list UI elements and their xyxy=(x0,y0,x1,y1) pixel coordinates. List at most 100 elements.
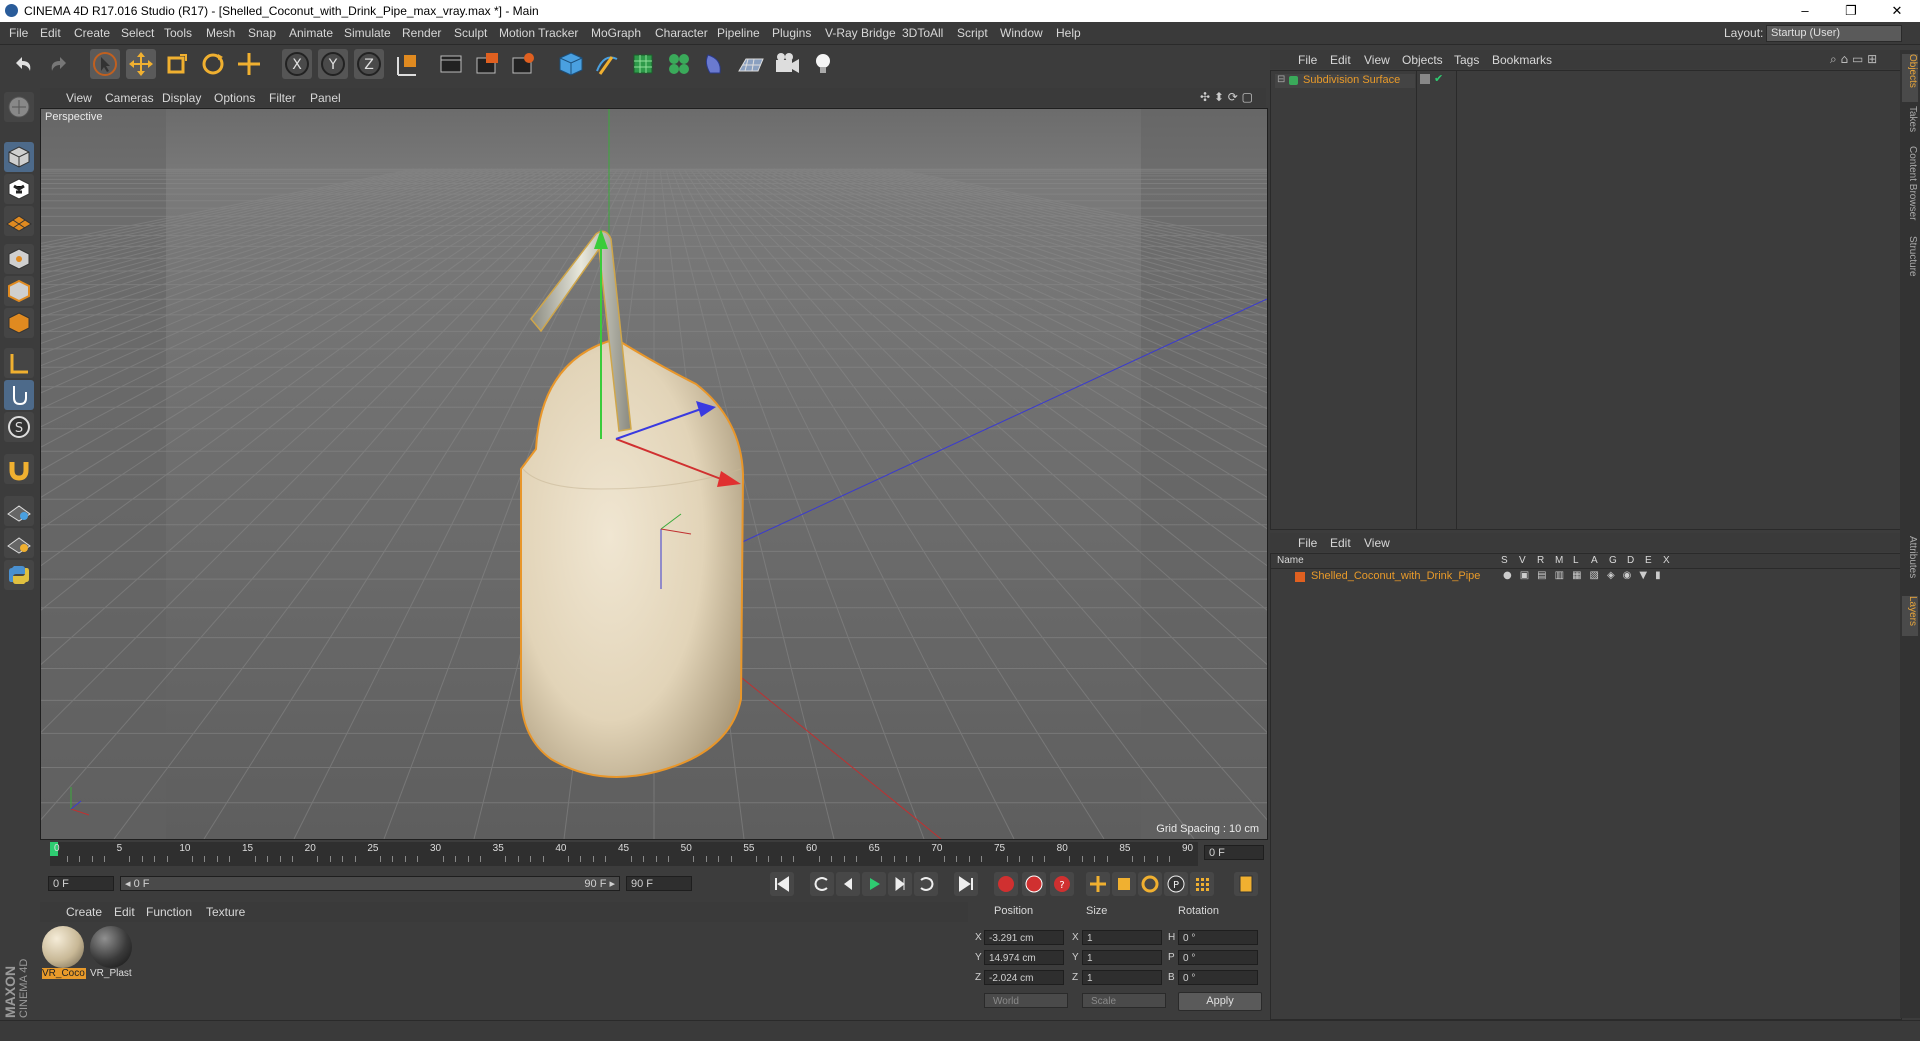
menu-vray-bridge[interactable]: V-Ray Bridge xyxy=(825,26,896,40)
step-back-icon[interactable] xyxy=(836,872,860,896)
key-scale-icon[interactable] xyxy=(1112,872,1136,896)
render-picture-viewer-icon[interactable] xyxy=(472,49,502,79)
undo-icon[interactable] xyxy=(8,49,38,79)
material-plastic[interactable]: VR_Plast xyxy=(90,926,134,984)
step-forward-icon[interactable] xyxy=(888,872,912,896)
menu-edit[interactable]: Edit xyxy=(40,26,61,40)
viewport-menu-filter[interactable]: Filter xyxy=(269,91,296,105)
menu-animate[interactable]: Animate xyxy=(289,26,333,40)
menu-script[interactable]: Script xyxy=(957,26,988,40)
viewport-menu-cameras[interactable]: Cameras xyxy=(105,91,154,105)
play-icon[interactable] xyxy=(862,872,886,896)
menu-snap[interactable]: Snap xyxy=(248,26,276,40)
loop-forward-icon[interactable] xyxy=(914,872,938,896)
cube-icon[interactable] xyxy=(556,49,586,79)
layers-menu-edit[interactable]: Edit xyxy=(1330,536,1351,550)
size-y-field[interactable]: 1 xyxy=(1082,950,1162,965)
restore-button[interactable]: ❐ xyxy=(1828,0,1874,22)
move-icon[interactable] xyxy=(126,49,156,79)
tab-content-browser[interactable]: Content Browser xyxy=(1902,146,1918,226)
goto-end-icon[interactable] xyxy=(954,872,978,896)
objects-menu-view[interactable]: View xyxy=(1364,53,1390,67)
menu-window[interactable]: Window xyxy=(1000,26,1043,40)
rotation-p-field[interactable]: 0 ° xyxy=(1178,950,1258,965)
record-icon[interactable] xyxy=(994,872,1018,896)
position-x-field[interactable]: -3.291 cm xyxy=(984,930,1064,945)
object-row-subdivision[interactable]: ⊟ Subdivision Surface xyxy=(1275,74,1415,88)
redo-icon[interactable] xyxy=(44,49,74,79)
size-mode-dropdown[interactable]: Scale xyxy=(1082,993,1166,1008)
layout-dropdown[interactable]: Startup (User) xyxy=(1766,25,1902,42)
start-frame-field[interactable]: 0 F xyxy=(48,876,114,891)
end-frame-field[interactable]: 90 F xyxy=(626,876,692,891)
camera-icon[interactable] xyxy=(772,49,802,79)
tab-objects[interactable]: Objects xyxy=(1902,54,1918,102)
floor-icon[interactable] xyxy=(736,49,766,79)
viewport-menu-view[interactable]: View xyxy=(66,91,92,105)
viewport-menu-panel[interactable]: Panel xyxy=(310,91,341,105)
menu-3dtoall[interactable]: 3DToAll xyxy=(902,26,943,40)
pen-spline-icon[interactable] xyxy=(592,49,622,79)
render-settings-icon[interactable] xyxy=(508,49,538,79)
timeline-window-icon[interactable] xyxy=(1234,872,1258,896)
viewport-menu-options[interactable]: Options xyxy=(214,91,255,105)
auto-key-icon[interactable] xyxy=(1022,872,1046,896)
material-menu-create[interactable]: Create xyxy=(66,905,102,919)
menu-mesh[interactable]: Mesh xyxy=(206,26,235,40)
perspective-viewport[interactable]: Perspective Grid Spacing : 10 cm xyxy=(40,108,1268,840)
menu-render[interactable]: Render xyxy=(402,26,441,40)
menu-simulate[interactable]: Simulate xyxy=(344,26,391,40)
enabled-check-icon[interactable]: ✔ xyxy=(1434,72,1443,85)
size-x-field[interactable]: 1 xyxy=(1082,930,1162,945)
render-view-icon[interactable] xyxy=(436,49,466,79)
keyframe-selection-icon[interactable]: ? xyxy=(1050,872,1074,896)
expand-icon[interactable]: ⊟ xyxy=(1277,74,1285,85)
tab-layers[interactable]: Layers xyxy=(1902,596,1918,636)
menu-create[interactable]: Create xyxy=(74,26,110,40)
menu-file[interactable]: File xyxy=(9,26,28,40)
current-frame-field[interactable]: 0 F xyxy=(1204,845,1264,860)
objects-menu-objects[interactable]: Objects xyxy=(1402,53,1443,67)
menu-sculpt[interactable]: Sculpt xyxy=(454,26,487,40)
material-coco[interactable]: VR_Coco xyxy=(42,926,86,984)
tab-structure[interactable]: Structure xyxy=(1902,236,1918,286)
rotation-h-field[interactable]: 0 ° xyxy=(1178,930,1258,945)
layer-name[interactable]: Shelled_Coconut_with_Drink_Pipe xyxy=(1311,570,1480,582)
y-axis-icon[interactable]: Y xyxy=(318,49,348,79)
scale-icon[interactable] xyxy=(162,49,192,79)
deformer-icon[interactable] xyxy=(700,49,730,79)
move-plus-icon[interactable] xyxy=(234,49,264,79)
key-pla-icon[interactable] xyxy=(1190,872,1214,896)
solo-icon[interactable]: S xyxy=(4,412,34,442)
layers-menu-file[interactable]: File xyxy=(1298,536,1317,550)
light-icon[interactable] xyxy=(808,49,838,79)
viewport-menu-display[interactable]: Display xyxy=(162,91,201,105)
tweak-mode-icon[interactable] xyxy=(4,380,34,410)
menu-help[interactable]: Help xyxy=(1056,26,1081,40)
menu-motion-tracker[interactable]: Motion Tracker xyxy=(499,26,578,40)
subdivision-icon[interactable] xyxy=(628,49,658,79)
axis-mode-icon[interactable] xyxy=(4,348,34,378)
python-icon[interactable] xyxy=(4,560,34,590)
apply-button[interactable]: Apply xyxy=(1178,992,1262,1011)
enable-snap-icon[interactable] xyxy=(4,496,34,526)
layers-menu-view[interactable]: View xyxy=(1364,536,1390,550)
menu-character[interactable]: Character xyxy=(655,26,708,40)
key-rotation-icon[interactable] xyxy=(1138,872,1162,896)
objects-menu-tags[interactable]: Tags xyxy=(1454,53,1479,67)
menu-select[interactable]: Select xyxy=(121,26,154,40)
model-mode-icon[interactable] xyxy=(4,142,34,172)
snap-settings-icon[interactable] xyxy=(4,528,34,558)
timeline-ruler[interactable]: 0 5 10 15 20 25 30 35 40 45 50 55 60 65 70 75 80 85 90 0 F xyxy=(40,840,1266,868)
menu-mograph[interactable]: MoGraph xyxy=(591,26,641,40)
coordinate-system-icon[interactable] xyxy=(392,49,422,79)
minimize-button[interactable]: – xyxy=(1782,0,1828,22)
z-axis-icon[interactable]: Z xyxy=(354,49,384,79)
objects-menu-file[interactable]: File xyxy=(1298,53,1317,67)
workplane-icon[interactable] xyxy=(4,206,34,236)
object-name-subdivision[interactable]: Subdivision Surface xyxy=(1303,74,1400,86)
objects-menu-edit[interactable]: Edit xyxy=(1330,53,1351,67)
position-z-field[interactable]: -2.024 cm xyxy=(984,970,1064,985)
cloner-icon[interactable] xyxy=(664,49,694,79)
size-z-field[interactable]: 1 xyxy=(1082,970,1162,985)
